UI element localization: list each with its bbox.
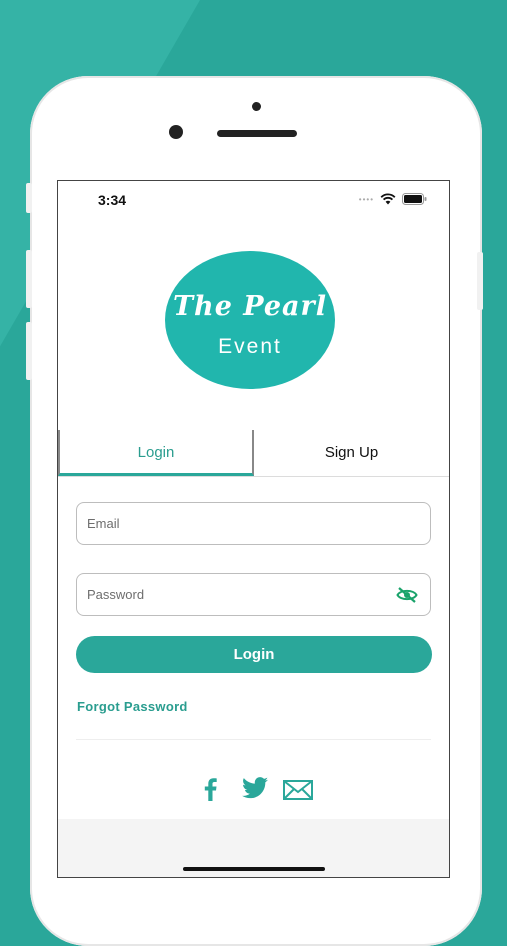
phone-sensor — [252, 102, 261, 111]
phone-power-button — [477, 252, 483, 310]
wifi-icon — [380, 193, 396, 205]
password-input[interactable] — [77, 574, 387, 614]
eye-off-icon[interactable] — [396, 586, 418, 604]
app-screen: 3:34 •••• The Pearl Event Login Sign Up — [57, 180, 450, 878]
tab-login[interactable]: Login — [58, 430, 254, 476]
forgot-password-link[interactable]: Forgot Password — [77, 699, 188, 714]
signal-icon: •••• — [358, 194, 374, 204]
email-input[interactable] — [77, 503, 387, 543]
status-time: 3:34 — [98, 192, 127, 208]
logo-title: The Pearl — [172, 291, 328, 322]
battery-icon — [402, 193, 427, 205]
twitter-icon[interactable] — [242, 777, 268, 799]
logo-subtitle: Event — [218, 335, 282, 358]
phone-speaker — [217, 130, 297, 137]
facebook-icon[interactable] — [201, 777, 219, 801]
divider — [76, 739, 431, 740]
app-logo: The Pearl Event — [165, 251, 335, 389]
status-bar: 3:34 •••• — [58, 181, 449, 217]
phone-volume-up — [26, 250, 32, 308]
phone-volume-down — [26, 322, 32, 380]
phone-mute-switch — [26, 183, 32, 213]
mail-icon[interactable] — [283, 780, 313, 800]
tab-sign-up[interactable]: Sign Up — [254, 430, 449, 476]
phone-camera — [169, 125, 183, 139]
home-indicator — [183, 867, 325, 871]
password-field-wrapper — [76, 573, 431, 616]
email-field-wrapper — [76, 502, 431, 545]
auth-tabs: Login Sign Up — [58, 430, 449, 477]
login-button[interactable]: Login — [76, 636, 432, 673]
status-icons: •••• — [359, 193, 427, 205]
